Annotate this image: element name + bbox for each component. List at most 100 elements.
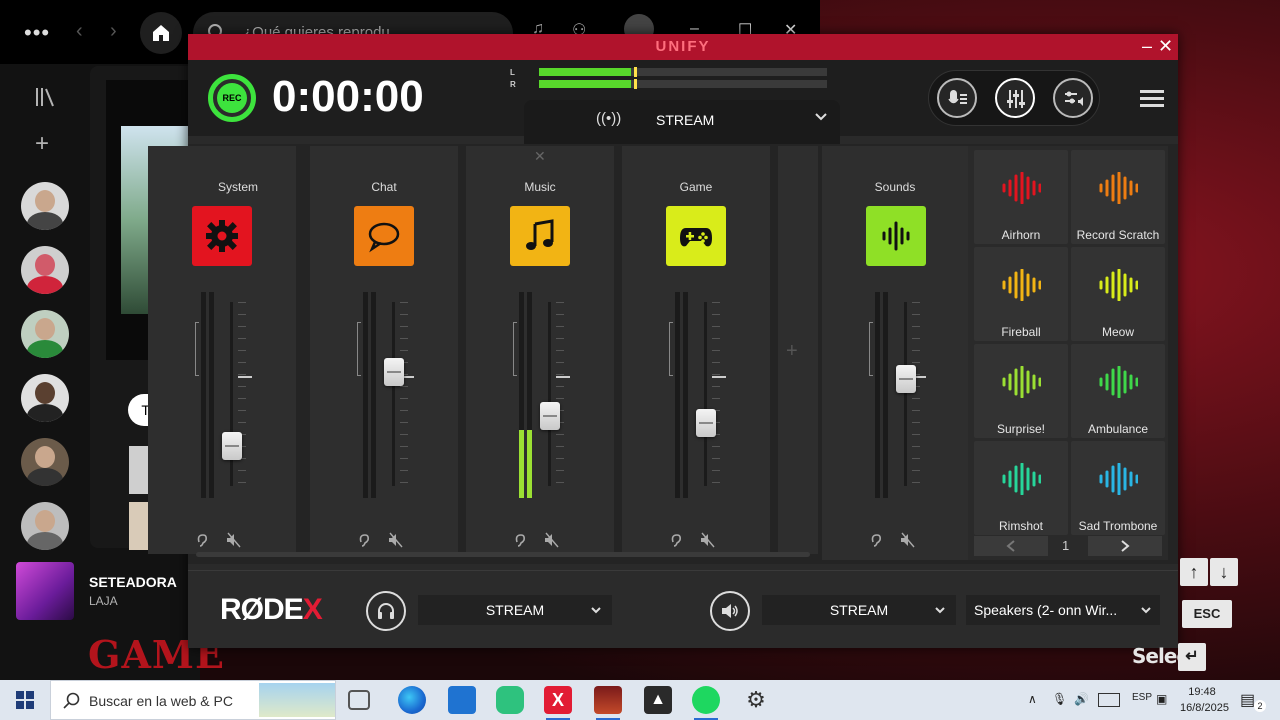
taskbar-clock[interactable]: 19:48 16/8/2025 (1180, 684, 1229, 716)
library-icon[interactable] (34, 86, 56, 108)
volume-tray-icon[interactable]: 🔊 (1074, 692, 1089, 706)
windows-taskbar: Buscar en la web & PC X ▲ ⚙ ∧ 🎙 🔊 ESP ▣ … (0, 680, 1280, 720)
speaker-mute-icon (701, 532, 715, 548)
clock-date: 16/8/2025 (1180, 702, 1229, 714)
home-button[interactable] (140, 12, 182, 54)
now-playing-cover[interactable] (16, 562, 74, 620)
more-options-icon[interactable]: ••• (24, 20, 50, 46)
fader-rail[interactable] (704, 302, 707, 486)
notifications-icon[interactable]: ▤ (1240, 690, 1255, 710)
fader-rail[interactable] (904, 302, 907, 486)
volume-fader-system[interactable] (222, 431, 242, 460)
speaker-monitor-button[interactable] (710, 591, 750, 631)
sound-pad-surprise[interactable]: Surprise! (974, 344, 1068, 438)
network-tray-icon[interactable]: ▣ (1156, 692, 1167, 706)
fader-rail[interactable] (392, 302, 395, 486)
rodex-app-icon[interactable]: X (544, 686, 572, 720)
listen-toggle-button[interactable] (664, 528, 688, 552)
record-button[interactable]: REC (208, 74, 256, 122)
edge-browser-icon[interactable] (398, 686, 426, 714)
gamepass-app-icon[interactable] (496, 686, 524, 714)
add-icon[interactable]: + (35, 130, 49, 158)
speaker-volume-icon (722, 604, 738, 618)
listen-toggle-button[interactable] (352, 528, 376, 552)
channel-icon-chat[interactable] (354, 206, 414, 266)
artist-avatar[interactable] (21, 374, 69, 422)
microphone-tray-icon[interactable]: 🎙 (1052, 692, 1067, 706)
artist-avatar[interactable] (21, 182, 69, 230)
language-indicator[interactable]: ESP (1132, 692, 1152, 703)
artist-avatar[interactable] (21, 310, 69, 358)
now-playing-artist[interactable]: LAJA (89, 594, 118, 608)
volume-fader-game[interactable] (696, 409, 716, 438)
pads-prev-page-button[interactable] (974, 536, 1048, 556)
sound-pad-airhorn[interactable]: Airhorn (974, 150, 1068, 244)
settings-gear-icon[interactable]: ⚙ (742, 686, 770, 714)
channel-icon-system[interactable] (192, 206, 252, 266)
tray-chevron-up-icon[interactable]: ∧ (1028, 692, 1037, 706)
back-arrow-icon[interactable]: ‹ (76, 20, 83, 43)
output-device-dropdown[interactable]: Speakers (2- onn Wir... (966, 595, 1160, 625)
channel-icon-sounds[interactable] (866, 206, 926, 266)
speaker-mix-dropdown[interactable]: STREAM (762, 595, 956, 625)
arrow-up-key-icon: ↑ (1180, 558, 1208, 586)
artist-avatar[interactable] (21, 246, 69, 294)
ear-icon (515, 534, 525, 547)
mute-toggle-button[interactable] (696, 528, 720, 552)
listen-toggle-button[interactable] (190, 528, 214, 552)
mute-toggle-button[interactable] (540, 528, 564, 552)
headphone-mix-dropdown[interactable]: STREAM (418, 595, 612, 625)
sound-pad-label: Airhorn (1001, 228, 1041, 242)
launcher-app-icon[interactable]: ▲ (644, 686, 672, 714)
listen-toggle-button[interactable] (864, 528, 888, 552)
channel-icon-game[interactable] (666, 206, 726, 266)
channel-name: Sounds (874, 180, 916, 194)
close-icon[interactable]: ✕ (1158, 36, 1173, 57)
sound-pad-label: Surprise! (996, 422, 1046, 436)
volume-fader-sounds[interactable] (896, 365, 916, 394)
volume-fader-music[interactable] (540, 402, 560, 431)
store-icon[interactable] (448, 686, 476, 714)
minimize-icon[interactable]: – (1142, 36, 1152, 57)
task-view-icon[interactable] (348, 690, 370, 710)
taskbar-search-input[interactable]: Buscar en la web & PC (50, 680, 336, 720)
mixer-view-button[interactable] (995, 78, 1035, 118)
game-app-icon[interactable] (594, 686, 622, 720)
sound-pad-meow[interactable]: Meow (1071, 247, 1165, 341)
sound-pad-record-scratch[interactable]: Record Scratch (1071, 150, 1165, 244)
windows-start-icon[interactable] (16, 691, 34, 709)
mic-settings-button[interactable] (937, 78, 977, 118)
speaker-mute-icon (389, 532, 403, 548)
now-playing-title[interactable]: SETEADORA (89, 574, 177, 590)
spotify-app-icon[interactable] (692, 686, 720, 720)
fader-rail[interactable] (548, 302, 551, 486)
headphone-monitor-button[interactable] (366, 591, 406, 631)
channel-name: System (217, 180, 258, 194)
channel-strip-chat: Chat (310, 146, 458, 554)
output-settings-button[interactable] (1053, 78, 1093, 118)
remove-channel-icon[interactable]: ✕ (534, 148, 546, 165)
sound-pad-rimshot[interactable]: Rimshot (974, 441, 1068, 535)
add-channel-icon[interactable]: + (786, 340, 798, 363)
artist-avatar[interactable] (21, 438, 69, 486)
keyboard-tray-icon[interactable] (1098, 693, 1120, 707)
mix-selector[interactable]: ((•)) STREAM (524, 100, 840, 144)
channel-strip-system: System (148, 146, 296, 554)
forward-arrow-icon[interactable]: › (110, 20, 117, 43)
menu-icon[interactable] (1140, 88, 1164, 108)
mute-toggle-button[interactable] (896, 528, 920, 552)
unify-titlebar[interactable]: UNIFY – ✕ (188, 34, 1178, 60)
pads-next-page-button[interactable] (1088, 536, 1162, 556)
mute-toggle-button[interactable] (384, 528, 408, 552)
search-highlight-image (259, 683, 335, 717)
sound-pad-fireball[interactable]: Fireball (974, 247, 1068, 341)
volume-fader-chat[interactable] (384, 357, 404, 386)
listen-toggle-button[interactable] (508, 528, 532, 552)
sound-pad-ambulance[interactable]: Ambulance (1071, 344, 1165, 438)
mute-toggle-button[interactable] (222, 528, 246, 552)
sound-pad-sad-trombone[interactable]: Sad Trombone (1071, 441, 1165, 535)
channel-icon-music[interactable] (510, 206, 570, 266)
artist-avatar[interactable] (21, 502, 69, 550)
mixer-scrollbar[interactable] (196, 552, 810, 557)
mix-selector-label: STREAM (656, 112, 715, 128)
